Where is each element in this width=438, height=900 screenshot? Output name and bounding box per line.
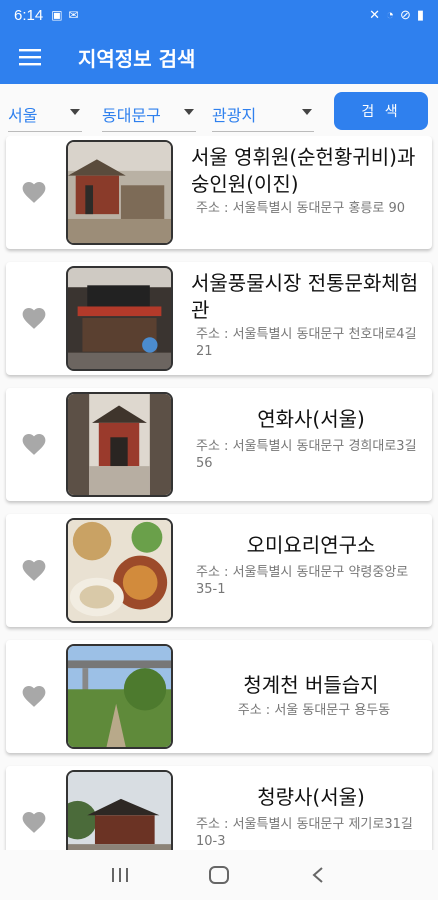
place-address: 주소 : 서울특별시 동대문구 경희대로3길 56 — [196, 439, 417, 471]
wifi-icon: ◔ — [386, 7, 394, 22]
list-item[interactable]: 서울 영휘원(순헌황귀비)과 숭인원(이진) 주소 : 서울특별시 동대문구 홍… — [6, 136, 432, 249]
dnd-icon: ⊘ — [399, 7, 411, 22]
place-thumbnail — [66, 644, 173, 749]
system-nav-bar — [0, 850, 438, 900]
chevron-down-icon — [184, 109, 194, 115]
place-thumbnail — [66, 266, 173, 371]
place-address: 주소 : 서울특별시 동대문구 제기로31길 10-3 — [196, 817, 413, 849]
place-thumbnail — [66, 770, 173, 850]
status-time: 6:14 — [14, 6, 44, 24]
place-address: 주소 : 서울 동대문구 용두동 — [237, 703, 391, 718]
category-dropdown[interactable]: 관광지 — [212, 96, 314, 132]
back-button[interactable] — [298, 860, 338, 890]
search-button[interactable]: 검 색 — [334, 92, 428, 130]
place-thumbnail — [66, 518, 173, 623]
place-title: 서울풍물시장 전통문화체험관 — [191, 271, 419, 322]
favorite-heart-icon[interactable] — [21, 558, 47, 582]
place-title: 청량사(서울) — [257, 785, 365, 809]
favorite-heart-icon[interactable] — [21, 180, 47, 204]
menu-button[interactable] — [0, 30, 60, 84]
chevron-down-icon — [302, 109, 312, 115]
category-value: 관광지 — [212, 105, 257, 125]
mute-icon: ✕ — [369, 7, 381, 22]
home-icon — [208, 866, 229, 884]
district-value: 동대문구 — [102, 105, 161, 125]
list-item[interactable]: 연화사(서울) 주소 : 서울특별시 동대문구 경희대로3길 56 — [6, 388, 432, 501]
results-list[interactable]: 서울 영휘원(순헌황귀비)과 숭인원(이진) 주소 : 서울특별시 동대문구 홍… — [0, 136, 438, 850]
list-item[interactable]: 청계천 버들습지 주소 : 서울 동대문구 용두동 — [6, 640, 432, 753]
list-item[interactable]: 오미요리연구소 주소 : 서울특별시 동대문구 약령중앙로 35-1 — [6, 514, 432, 627]
chevron-down-icon — [70, 109, 80, 115]
place-address: 주소 : 서울특별시 동대문구 홍릉로 90 — [196, 201, 406, 216]
recent-apps-button[interactable] — [100, 860, 140, 890]
place-title: 청계천 버들습지 — [243, 673, 379, 697]
favorite-heart-icon[interactable] — [21, 432, 47, 456]
place-title: 오미요리연구소 — [246, 533, 376, 557]
place-title: 연화사(서울) — [257, 407, 365, 431]
favorite-heart-icon[interactable] — [21, 684, 47, 708]
place-address: 주소 : 서울특별시 동대문구 약령중앙로 35-1 — [196, 565, 409, 597]
notification-icons: ▣ ✉ — [51, 8, 78, 22]
home-button[interactable] — [199, 860, 239, 890]
favorite-heart-icon[interactable] — [21, 306, 47, 330]
district-dropdown[interactable]: 동대문구 — [102, 96, 196, 132]
place-thumbnail — [66, 140, 173, 245]
region-value: 서울 — [8, 105, 38, 125]
list-item[interactable]: 서울풍물시장 전통문화체험관 주소 : 서울특별시 동대문구 천호대로4길 21 — [6, 262, 432, 375]
favorite-heart-icon[interactable] — [21, 810, 47, 834]
app-bar: 지역정보 검색 — [0, 30, 438, 84]
place-address: 주소 : 서울특별시 동대문구 천호대로4길 21 — [196, 327, 417, 359]
image-icon: ▣ — [51, 8, 63, 22]
place-thumbnail — [66, 392, 173, 497]
back-icon — [312, 867, 323, 883]
page-title: 지역정보 검색 — [78, 46, 196, 71]
mail-icon: ✉ — [68, 8, 79, 22]
status-bar: 6:14 ▣ ✉ ✕ ◔ ⊘ ▮ — [0, 0, 438, 30]
hamburger-icon — [19, 49, 41, 66]
recent-apps-icon — [111, 868, 128, 882]
place-title: 서울 영휘원(순헌황귀비)과 숭인원(이진) — [191, 145, 416, 196]
battery-icon: ▮ — [416, 7, 424, 22]
system-icons: ✕ ◔ ⊘ ▮ — [369, 7, 424, 23]
list-item[interactable]: 청량사(서울) 주소 : 서울특별시 동대문구 제기로31길 10-3 — [6, 766, 432, 850]
region-dropdown[interactable]: 서울 — [8, 96, 82, 132]
